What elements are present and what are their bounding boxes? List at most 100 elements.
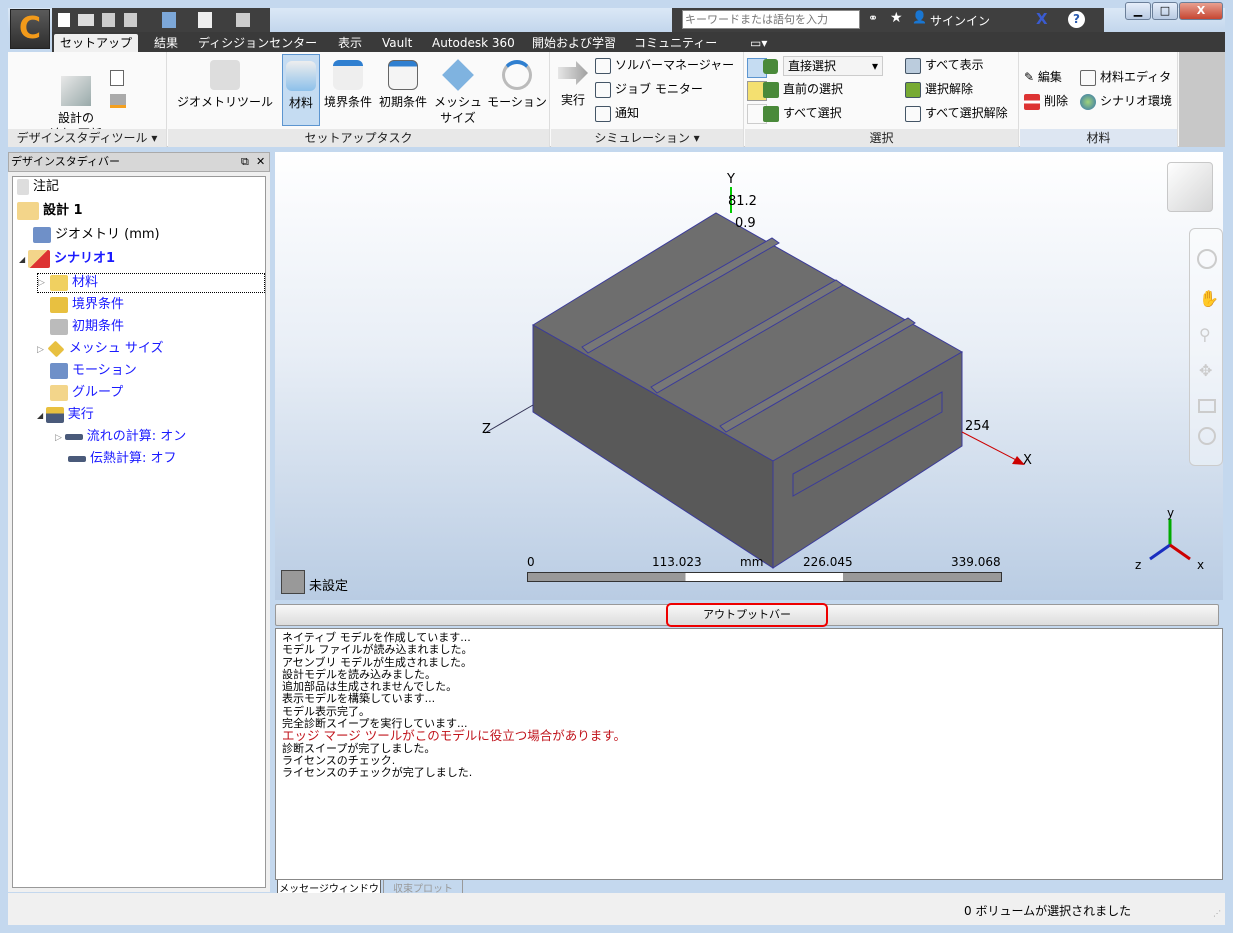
tree-item-groups[interactable]: グループ [50, 383, 123, 403]
tree-item-scenario[interactable]: ◢ シナリオ1 [19, 249, 115, 270]
run-button[interactable]: 実行 [555, 58, 591, 108]
scenario-environment-button[interactable]: シナリオ環境 [1080, 93, 1172, 110]
expand-icon[interactable]: ▷ [37, 345, 47, 355]
previous-icon [763, 81, 779, 98]
tree-item-mesh-size[interactable]: ▷ メッシュ サイズ [37, 339, 164, 360]
tree-item-run[interactable]: ◢ 実行 [37, 405, 94, 426]
zoom-icon[interactable]: ⚲ [1199, 325, 1211, 344]
quick-access-toolbar [52, 8, 270, 32]
tree-item-geometry[interactable]: ジオメトリ (mm) [33, 225, 160, 245]
select-mode-dropdown[interactable]: 直接選択 ▾ [783, 56, 883, 76]
dim-x-label: 254 [965, 419, 990, 434]
deselect-button[interactable]: 選択解除 [905, 81, 973, 98]
window-icon[interactable] [236, 13, 250, 27]
output-bar[interactable]: アウトプットバー [275, 603, 1219, 627]
float-icon[interactable]: ⧉ [241, 153, 249, 171]
search-input[interactable] [682, 10, 860, 29]
geometry-tools-button[interactable]: ジオメトリツール [170, 60, 280, 110]
edit-button[interactable]: ✎ 編集 [1024, 69, 1062, 85]
view-cube[interactable] [1167, 162, 1213, 212]
message-line: 診断スイープが完了しました。 [282, 741, 436, 755]
mesh-size-button[interactable]: メッシュ サイズ [432, 59, 484, 126]
solver-manager-button[interactable]: ソルバーマネージャー [595, 57, 734, 74]
boundary-icon [50, 296, 68, 313]
notify-button[interactable]: 通知 [595, 105, 639, 122]
help-icon[interactable]: ? [1068, 11, 1085, 28]
axis-y-label: Y [727, 172, 735, 187]
group-design-study-tools: 設計の 追加/更新 デザインスタディツール ▾ [8, 52, 167, 147]
open-icon[interactable] [78, 14, 94, 26]
job-monitor-button[interactable]: ジョブ モニター [595, 81, 703, 98]
material-button[interactable]: 材料 [282, 54, 320, 126]
info-center: ⚭ ★ 👤 サインイン X ? [672, 8, 1104, 32]
tab-vault[interactable]: Vault [376, 34, 418, 52]
collapse-icon[interactable]: ◢ [37, 411, 46, 420]
save-icon[interactable] [102, 13, 115, 27]
scale-tick-0: 0 [527, 555, 535, 569]
expand-icon[interactable]: ▷ [55, 433, 65, 443]
tab-results[interactable]: 結果 [148, 34, 184, 52]
minimize-button[interactable]: ▁ [1125, 2, 1151, 20]
view-cube-icon[interactable] [198, 12, 212, 28]
boundary-conditions-button[interactable]: 境界条件 [322, 60, 374, 110]
app-menu-button[interactable]: C [10, 9, 50, 49]
tree-item-notes[interactable]: 注記 [17, 177, 59, 197]
new-icon[interactable] [58, 13, 70, 27]
select-icon[interactable] [162, 12, 176, 28]
show-all-icon [905, 57, 921, 74]
group-label[interactable]: デザインスタディツール ▾ [8, 129, 166, 147]
tab-setup[interactable]: セットアップ [54, 34, 139, 52]
save-as-icon[interactable] [124, 13, 137, 27]
look-at-icon[interactable] [1198, 399, 1216, 413]
axis-z-label: Z [482, 422, 491, 437]
sign-in-button[interactable]: サインイン [930, 12, 990, 29]
group-label[interactable]: シミュレーション ▾ [551, 129, 743, 147]
delete-button[interactable]: 削除 [1024, 93, 1068, 110]
run-icon [45, 406, 64, 423]
maximize-button[interactable]: □ [1152, 2, 1178, 20]
label: 境界条件 [72, 297, 125, 312]
deselect-all-button[interactable]: すべて選択解除 [905, 105, 1008, 122]
material-editor-button[interactable]: 材料エディタ [1080, 69, 1171, 86]
tree-item-heat[interactable]: 伝熱計算: オフ [68, 449, 177, 469]
show-all-button[interactable]: すべて表示 [905, 57, 984, 74]
motion-button[interactable]: モーション [486, 60, 548, 110]
tab-decision-center[interactable]: ディシジョンセンター [192, 34, 323, 52]
close-button[interactable]: X [1179, 2, 1223, 20]
collapse-icon[interactable]: ◢ [19, 255, 28, 264]
tab-getting-started[interactable]: 開始および学習 [526, 34, 622, 52]
group-materials: ✎ 編集 削除 材料エディタ シナリオ環境 材料 [1020, 52, 1178, 147]
pan-icon[interactable]: ✋ [1199, 289, 1219, 308]
tab-view[interactable]: 表示 [332, 34, 368, 52]
tab-community[interactable]: コミュニティー [628, 34, 723, 52]
initial-conditions-button[interactable]: 初期条件 [376, 60, 430, 110]
star-icon[interactable]: ★ [890, 10, 903, 26]
binoculars-icon[interactable]: ⚭ [868, 11, 878, 25]
envelope-icon [595, 105, 611, 122]
legend-label: 未設定 [309, 579, 349, 594]
update-table-icon[interactable] [110, 94, 126, 108]
tree-item-material[interactable]: ▷ 材料 [37, 273, 265, 293]
select-all-button[interactable]: すべて選択 [763, 105, 842, 122]
tree-item-boundary[interactable]: 境界条件 [50, 295, 124, 315]
expand-icon[interactable]: ▷ [38, 274, 45, 292]
message-window[interactable]: ネイティブ モデルを作成しています... モデル ファイルが読み込まれました。 アセ… [275, 628, 1223, 880]
close-panel-icon[interactable]: ✕ [256, 153, 265, 171]
axis-x-label: X [1023, 453, 1032, 468]
tree-item-initial[interactable]: 初期条件 [50, 317, 124, 337]
graphics-viewport[interactable]: Y 81.2 0.9 Z 254 X ✋ ⚲ ✥ y z x 0 113.023… [275, 152, 1223, 600]
wrench-icon [210, 60, 240, 90]
tree-item-motion[interactable]: モーション [50, 361, 137, 381]
tree-item-design[interactable]: 設計 1 [17, 201, 83, 221]
exchange-icon[interactable]: X [1036, 10, 1048, 28]
resize-grip-icon[interactable]: ⋰ [1213, 909, 1221, 918]
tree-item-flow[interactable]: ▷ 流れの計算: オン [55, 427, 186, 448]
steering-wheel-icon[interactable] [1197, 249, 1217, 269]
tab-autodesk-360[interactable]: Autodesk 360 [426, 34, 521, 52]
ribbon-minimize-icon[interactable]: ▭▾ [744, 34, 773, 52]
copy-design-icon[interactable] [110, 70, 124, 86]
navigation-bar[interactable]: ✋ ⚲ ✥ [1189, 228, 1223, 466]
stop-icon[interactable] [1198, 427, 1216, 445]
previous-selection-button[interactable]: 直前の選択 [763, 81, 843, 98]
orbit-icon[interactable]: ✥ [1199, 361, 1212, 380]
